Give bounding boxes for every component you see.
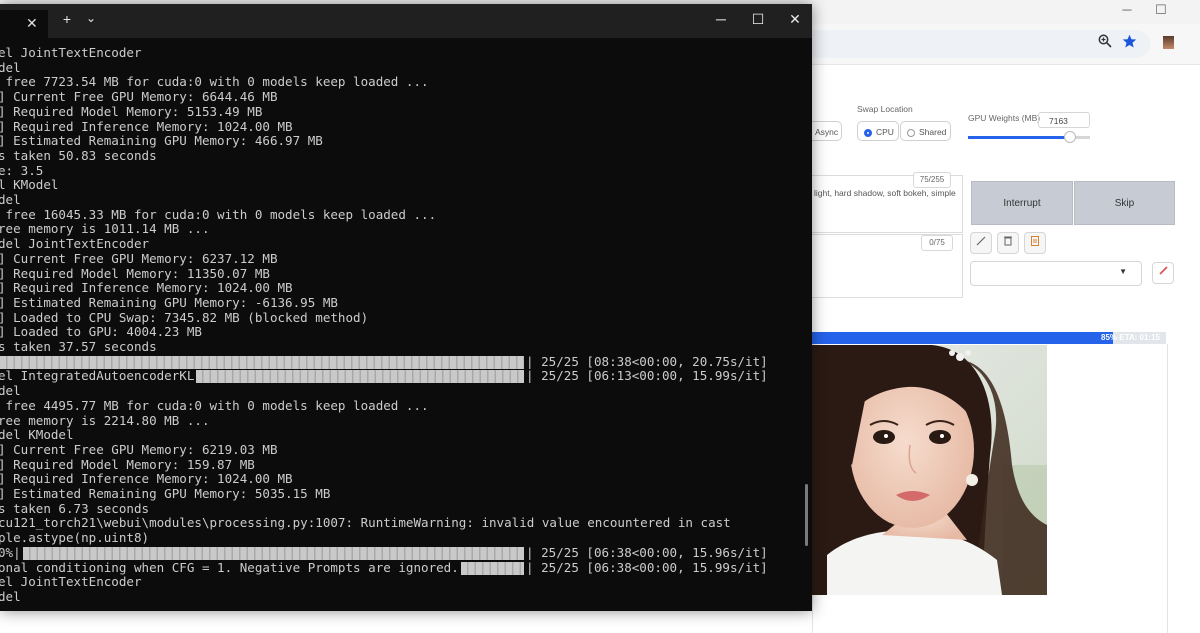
browser-minimize-button[interactable]: ─	[1117, 2, 1137, 17]
terminal-line: ] Current Free GPU Memory: 6219.03 MB	[0, 441, 278, 457]
generation-progress-bar: 85% ETA: 01:15	[812, 332, 1166, 344]
prompt-text: light, hard shadow, soft bokeh, simple	[814, 188, 956, 198]
terminal-window: ✕ + ⌄ ─ ☐ ✕ el JointTextEncoder del free …	[0, 4, 812, 611]
terminal-line: ] Loaded to GPU: 4004.23 MB	[0, 324, 202, 340]
interrupt-button[interactable]: Interrupt	[971, 181, 1073, 225]
paste-style-button[interactable]	[1024, 232, 1046, 254]
terminal-minimize-button[interactable]: ─	[711, 11, 731, 27]
terminal-line: ree memory is 2214.80 MB ...	[0, 412, 210, 428]
terminal-line: onal conditioning when CFG = 1. Negative…	[0, 559, 459, 575]
terminal-line: del JointTextEncoder	[0, 236, 150, 252]
zoom-icon[interactable]	[1098, 34, 1112, 52]
terminal-progress-text: | 25/25 [08:38<00:00, 20.75s/it]	[526, 353, 768, 369]
gpu-weights-input[interactable]: 7163	[1038, 112, 1090, 128]
terminal-progress-bar	[22, 546, 524, 560]
progress-fill	[812, 332, 1113, 344]
swap-option-cpu[interactable]: CPU	[857, 121, 899, 141]
bookmark-star-icon[interactable]	[1122, 34, 1137, 54]
swap-option-cpu-label: CPU	[876, 127, 894, 137]
profile-avatar[interactable]	[1163, 36, 1174, 49]
terminal-line: ] Required Model Memory: 159.87 MB	[0, 456, 255, 472]
edit-styles-button[interactable]	[1152, 262, 1174, 284]
clipboard-icon	[1030, 236, 1040, 249]
prompt-token-counter: 75/255	[913, 172, 951, 188]
terminal-titlebar: ✕ + ⌄ ─ ☐ ✕	[0, 4, 812, 38]
terminal-line: ple.astype(np.uint8)	[0, 530, 150, 546]
terminal-line: s taken 6.73 seconds	[0, 500, 150, 516]
tab-dropdown-icon[interactable]: ⌄	[81, 11, 101, 25]
chevron-down-icon: ▼	[1119, 267, 1127, 276]
browser-maximize-button[interactable]: ☐	[1151, 2, 1171, 18]
terminal-line: ree memory is 1011.14 MB ...	[0, 221, 210, 237]
terminal-line: del	[0, 383, 21, 399]
terminal-line: s taken 37.57 seconds	[0, 339, 157, 354]
gpu-weights-slider-knob[interactable]	[1064, 131, 1077, 143]
terminal-progress-bar	[0, 355, 524, 369]
swap-location-label: Swap Location	[857, 104, 913, 114]
terminal-line: ] Current Free GPU Memory: 6644.46 MB	[0, 89, 278, 105]
terminal-line: el JointTextEncoder	[0, 574, 142, 590]
terminal-progress-bar	[196, 370, 524, 384]
terminal-line: ] Required Model Memory: 11350.07 MB	[0, 265, 270, 281]
terminal-tab[interactable]: ✕	[0, 10, 48, 38]
terminal-line: ] Required Inference Memory: 1024.00 MB	[0, 118, 293, 134]
terminal-line: 0%|	[0, 544, 21, 560]
terminal-progress-text: | 25/25 [06:13<00:00, 15.99s/it]	[526, 368, 768, 384]
gpu-weights-label: GPU Weights (MB)	[968, 113, 1041, 123]
terminal-output[interactable]: el JointTextEncoder del free 7723.54 MB f…	[0, 42, 800, 602]
terminal-line: free 16045.33 MB for cuda:0 with 0 model…	[0, 206, 437, 222]
terminal-line: ] Loaded to CPU Swap: 7345.82 MB (blocke…	[0, 309, 369, 325]
read-params-button[interactable]	[970, 232, 992, 254]
terminal-line: ] Estimated Remaining GPU Memory: -6136.…	[0, 294, 338, 310]
tab-close-icon[interactable]: ✕	[26, 15, 38, 32]
terminal-line: s taken 50.83 seconds	[0, 147, 157, 163]
terminal-line: ] Estimated Remaining GPU Memory: 5035.1…	[0, 486, 331, 501]
radio-unselected-icon	[907, 128, 915, 137]
terminal-close-button[interactable]: ✕	[785, 11, 805, 28]
terminal-line: free 4495.77 MB for cuda:0 with 0 models…	[0, 397, 429, 413]
terminal-maximize-button[interactable]: ☐	[748, 11, 768, 28]
terminal-line: free 7723.54 MB for cuda:0 with 0 models…	[0, 74, 429, 90]
terminal-progress-bar	[460, 561, 524, 575]
new-tab-button[interactable]: +	[57, 11, 77, 27]
terminal-line: del	[0, 588, 21, 602]
negative-token-counter: 0/75	[921, 235, 953, 251]
async-option[interactable]: Async	[812, 121, 842, 141]
terminal-line: ] Current Free GPU Memory: 6237.12 MB	[0, 250, 278, 266]
gpu-weights-slider[interactable]	[968, 131, 1090, 143]
clear-prompt-button[interactable]	[997, 232, 1019, 254]
terminal-line: e: 3.5	[0, 162, 44, 178]
swap-option-shared[interactable]: Shared	[900, 121, 951, 141]
swap-option-shared-label: Shared	[919, 127, 947, 137]
terminal-line: l KModel	[0, 177, 59, 193]
terminal-line: ] Estimated Remaining GPU Memory: 466.97…	[0, 133, 323, 149]
terminal-line: cu121_torch21\webui\modules\processing.p…	[0, 515, 731, 531]
gpu-weights-slider-fill	[968, 136, 1071, 139]
styles-dropdown[interactable]: ▼	[970, 261, 1142, 286]
terminal-line: del KModel	[0, 427, 74, 443]
terminal-scrollbar[interactable]	[805, 484, 808, 546]
terminal-progress-text: | 25/25 [06:38<00:00, 15.99s/it]	[526, 559, 768, 575]
terminal-line: del	[0, 192, 21, 207]
async-label: Async	[815, 127, 839, 137]
generated-portrait-image[interactable]	[812, 345, 1047, 595]
browser-menu-icon[interactable]: ⋮	[1193, 33, 1200, 53]
terminal-line: ] Required Model Memory: 5153.49 MB	[0, 103, 263, 119]
pencil-slash-icon	[976, 236, 986, 249]
progress-text: 85% ETA: 01:15	[1101, 333, 1160, 342]
terminal-line: el IntegratedAutoencoderKL	[0, 368, 195, 384]
terminal-progress-text: | 25/25 [06:38<00:00, 15.96s/it]	[526, 544, 768, 560]
pencil-icon	[1158, 266, 1169, 279]
terminal-line: del	[0, 59, 21, 75]
terminal-line: el JointTextEncoder	[0, 45, 142, 60]
skip-button[interactable]: Skip	[1074, 181, 1175, 225]
trash-icon	[1003, 236, 1013, 249]
radio-selected-icon	[864, 128, 872, 137]
terminal-line: ] Required Inference Memory: 1024.00 MB	[0, 471, 293, 487]
terminal-line: ] Required Inference Memory: 1024.00 MB	[0, 280, 293, 296]
